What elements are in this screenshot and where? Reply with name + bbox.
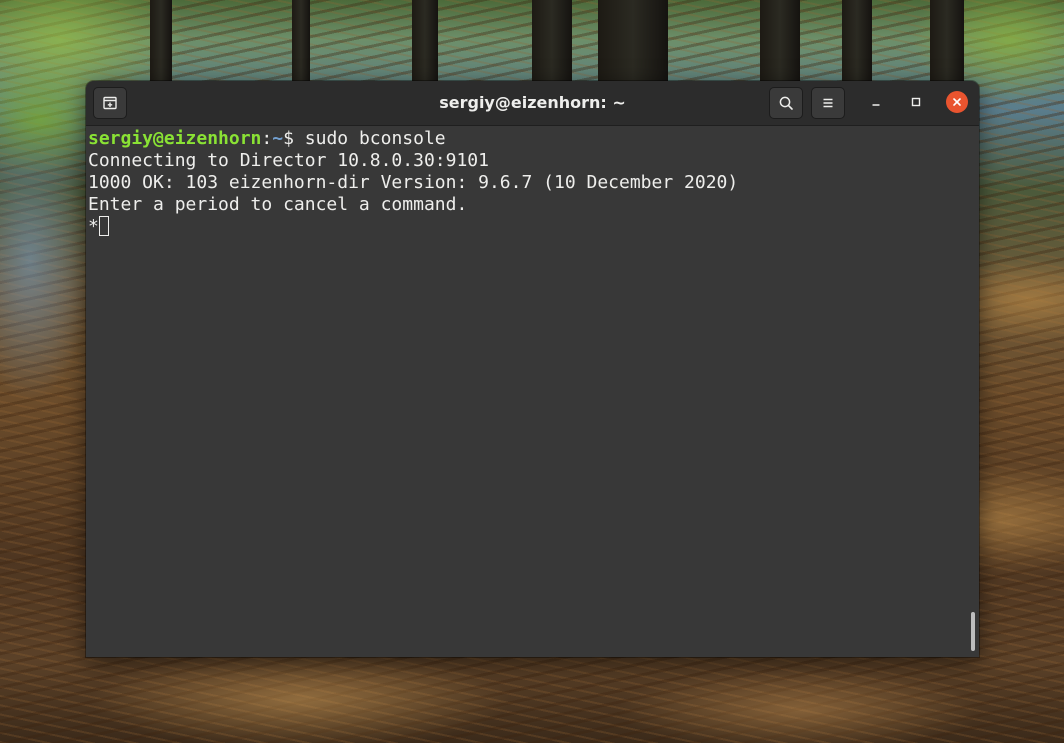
scrollbar[interactable] [971,612,975,651]
close-icon [953,98,961,106]
close-button[interactable] [946,91,968,113]
title-bar[interactable]: sergiy@eizenhorn: ~ [86,81,979,126]
output-line: Connecting to Director 10.8.0.30:9101 [88,150,489,171]
maximize-icon [911,97,921,107]
maximize-button[interactable] [905,91,927,113]
search-icon [779,96,793,110]
command-text: sudo bconsole [304,128,446,149]
hamburger-menu-icon [823,98,833,108]
minimize-icon [872,104,880,106]
wallpaper-tree-trunk [412,0,438,85]
terminal-window: sergiy@eizenhorn: ~ sergiy@eizenhorn:~$ … [86,81,979,657]
wallpaper-tree-trunk [930,0,964,85]
text-cursor [98,216,109,236]
minimize-button[interactable] [865,91,887,113]
wallpaper-tree-trunk [598,0,668,85]
output-line: Enter a period to cancel a command. [88,194,468,215]
prompt-user-host: sergiy@eizenhorn [88,128,262,149]
search-button[interactable] [769,87,803,119]
prompt-separator: : [261,128,273,149]
output-line: 1000 OK: 103 eizenhorn-dir Version: 9.6.… [88,172,739,193]
terminal-output-area[interactable]: sergiy@eizenhorn:~$ sudo bconsole Connec… [86,126,979,657]
wallpaper-tree-trunk [292,0,310,85]
bconsole-prompt: * [88,216,99,237]
wallpaper-tree-trunk [842,0,872,85]
prompt-path: ~ [272,128,284,149]
prompt-line: sergiy@eizenhorn:~$ sudo bconsole [88,128,446,150]
wallpaper-tree-trunk [532,0,572,85]
prompt-symbol: $ [283,128,305,149]
menu-button[interactable] [811,87,845,119]
window-title: sergiy@eizenhorn: ~ [439,93,626,112]
wallpaper-tree-trunk [760,0,800,85]
wallpaper-tree-trunk [150,0,172,85]
input-line[interactable]: * [88,216,109,238]
